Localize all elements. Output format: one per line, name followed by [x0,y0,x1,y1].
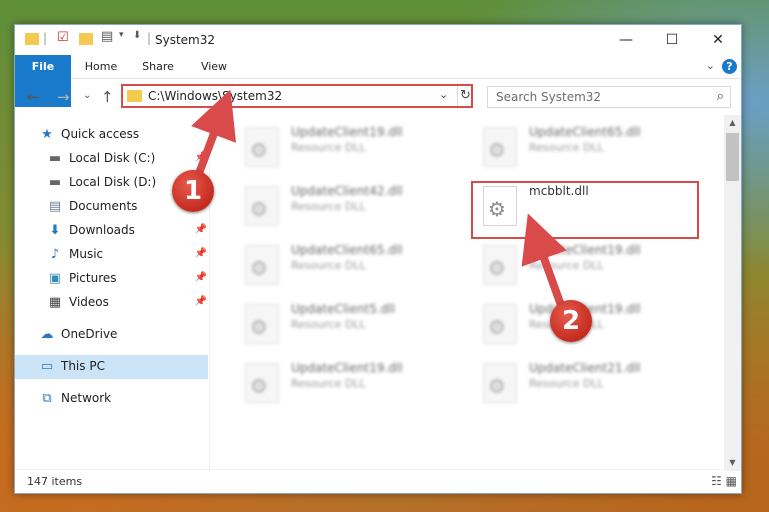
step-marker-1: 1 [172,170,214,212]
step-marker-2: 2 [550,300,592,342]
arrow-2 [521,213,567,312]
annotation-arrows [191,89,567,312]
arrow-1 [191,89,237,180]
